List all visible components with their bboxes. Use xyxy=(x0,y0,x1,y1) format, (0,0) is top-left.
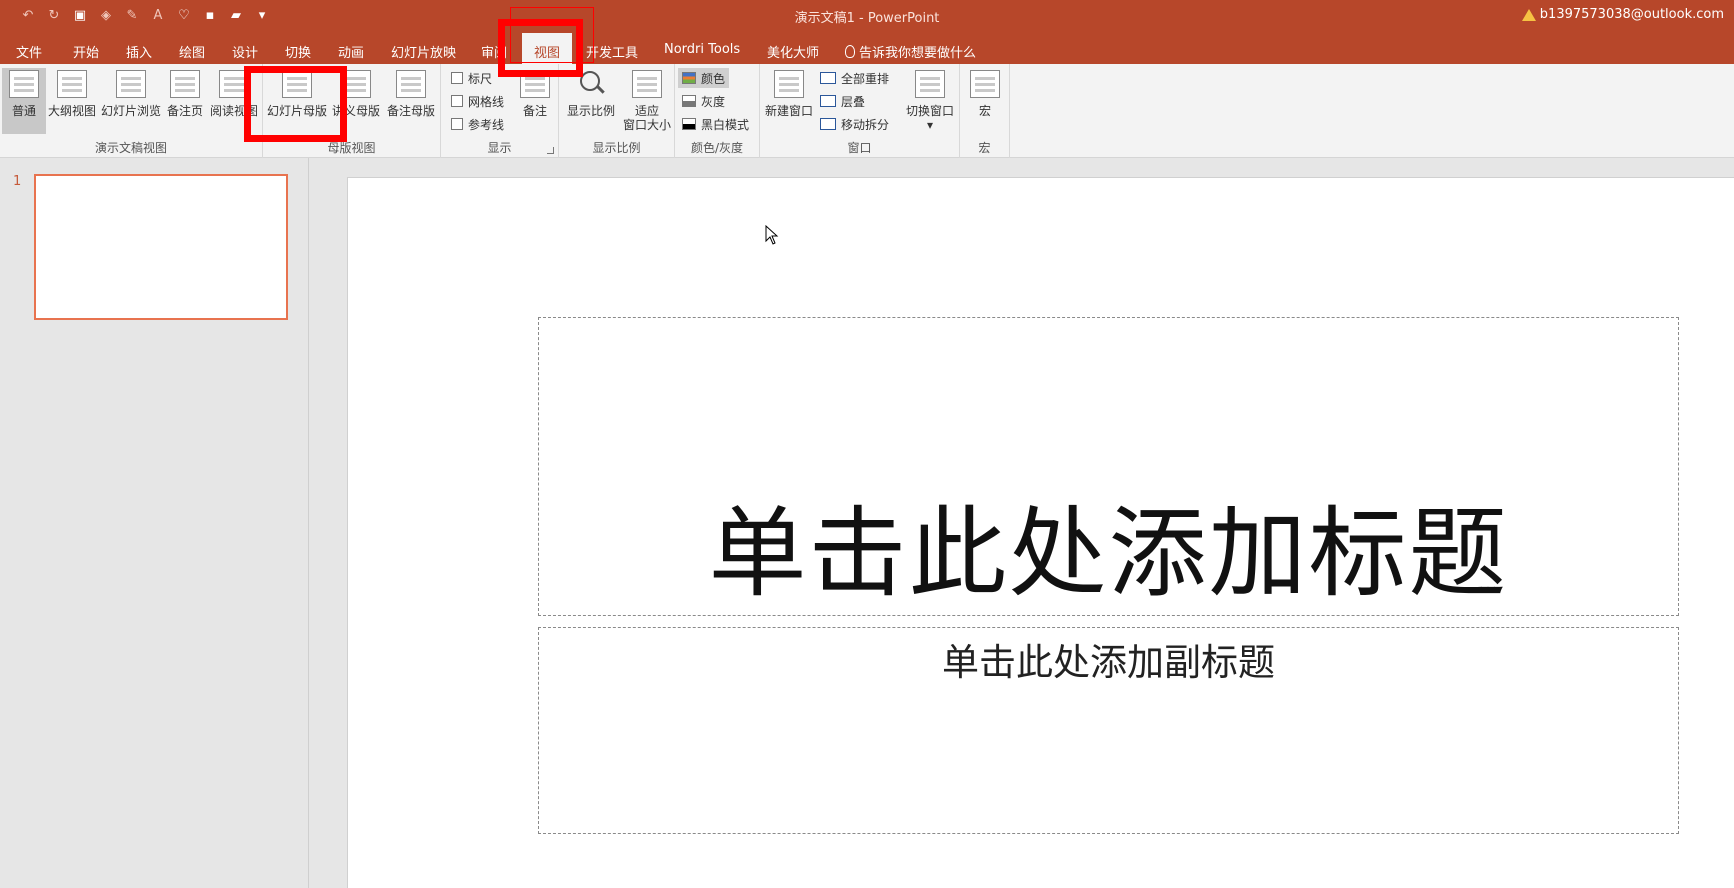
tab-developer[interactable]: 开发工具 xyxy=(586,38,638,64)
ribbon-tabs: 文件 开始 插入 绘图 设计 切换 动画 幻灯片放映 审阅 视图 开发工具 No… xyxy=(0,30,1734,64)
tab-design[interactable]: 设计 xyxy=(232,38,258,64)
group-label: 母版视图 xyxy=(327,141,376,155)
slide-master-icon xyxy=(282,70,312,98)
tell-me-box[interactable]: 告诉我你想要做什么 xyxy=(845,38,976,64)
switch-windows-button[interactable]: 切换窗口 ▾ xyxy=(902,68,958,134)
color-button[interactable]: 颜色 xyxy=(678,68,730,88)
title-placeholder[interactable]: 单击此处添加标题 xyxy=(538,317,1679,616)
dialog-launcher-icon[interactable] xyxy=(547,147,554,154)
tab-home[interactable]: 开始 xyxy=(73,38,99,64)
checkbox-icon xyxy=(451,72,463,84)
group-master-views: 幻灯片母版 讲义母版 备注母版 母版视图 xyxy=(263,64,441,158)
checkbox-icon xyxy=(451,118,463,130)
tab-view[interactable]: 视图 xyxy=(522,33,573,64)
gridlines-checkbox[interactable]: 网格线 xyxy=(451,91,504,111)
group-macros: 宏 宏 xyxy=(960,64,1010,158)
cascade-button[interactable]: 层叠 xyxy=(820,91,865,111)
group-label: 显示比例 xyxy=(592,141,641,155)
fit-window-icon xyxy=(632,70,662,98)
warning-icon xyxy=(1521,8,1536,21)
dropdown-arrow-icon: ▾ xyxy=(926,118,934,132)
tab-review[interactable]: 审阅 xyxy=(481,38,507,64)
subtitle-placeholder-text: 单击此处添加副标题 xyxy=(942,641,1275,684)
slide-master-button[interactable]: 幻灯片母版 xyxy=(267,68,327,134)
tab-slideshow[interactable]: 幻灯片放映 xyxy=(391,38,456,64)
document-title: 演示文稿1 - PowerPoint xyxy=(794,11,940,26)
tab-transitions[interactable]: 切换 xyxy=(285,38,311,64)
checkbox-icon xyxy=(451,95,463,107)
new-window-icon xyxy=(774,70,804,98)
slide-number: 1 xyxy=(13,174,22,189)
subtitle-placeholder[interactable]: 单击此处添加副标题 xyxy=(538,627,1679,834)
group-label: 宏 xyxy=(978,141,991,155)
notes-page-button[interactable]: 备注页 xyxy=(163,68,207,134)
cascade-icon xyxy=(820,95,836,107)
arrange-all-button[interactable]: 全部重排 xyxy=(820,68,889,88)
tab-animations[interactable]: 动画 xyxy=(338,38,364,64)
notes-icon xyxy=(520,70,550,98)
new-window-button[interactable]: 新建窗口 xyxy=(762,68,816,134)
reading-view-button[interactable]: 阅读视图 xyxy=(208,68,260,134)
group-label: 显示 xyxy=(487,141,512,155)
tab-insert[interactable]: 插入 xyxy=(126,38,152,64)
group-label: 演示文稿视图 xyxy=(94,141,167,155)
ruler-checkbox[interactable]: 标尺 xyxy=(451,68,492,88)
group-label: 颜色/灰度 xyxy=(690,141,744,155)
lightbulb-icon xyxy=(845,44,855,58)
bw-swatch-icon xyxy=(682,118,696,130)
slide-thumbnail-pane: 1 xyxy=(0,158,309,888)
macros-button[interactable]: 宏 xyxy=(962,68,1008,134)
notes-master-button[interactable]: 备注母版 xyxy=(384,68,438,134)
switch-windows-icon xyxy=(915,70,945,98)
reading-view-icon xyxy=(219,70,249,98)
arrange-all-icon xyxy=(820,72,836,84)
slide-sorter-button[interactable]: 幻灯片浏览 xyxy=(100,68,162,134)
handout-master-icon xyxy=(341,70,371,98)
tab-draw[interactable]: 绘图 xyxy=(179,38,205,64)
notes-page-icon xyxy=(170,70,200,98)
group-show: 标尺 网格线 参考线 备注 显示 xyxy=(441,64,559,158)
account-email: b1397573038@outlook.com xyxy=(1539,7,1724,22)
normal-view-button[interactable]: 普通 xyxy=(2,68,46,134)
tab-file[interactable]: 文件 xyxy=(16,38,42,64)
tab-nordri-tools[interactable]: Nordri Tools xyxy=(664,38,740,64)
notes-master-icon xyxy=(396,70,426,98)
guides-checkbox[interactable]: 参考线 xyxy=(451,114,504,134)
group-window: 新建窗口 全部重排 层叠 移动拆分 切换窗口 ▾ 窗口 xyxy=(760,64,960,158)
ribbon: 普通 大纲视图 幻灯片浏览 备注页 阅读视图 演示文稿视图 幻灯片母版 讲义母版 xyxy=(0,64,1734,158)
title-bar: ↶ ↻ ▣ ◈ ✎ A ♡ ▪ ▰ ▾ 演示文稿1 - PowerPoint b… xyxy=(0,0,1734,30)
tell-me-text: 告诉我你想要做什么 xyxy=(859,45,977,61)
group-zoom: 显示比例 适应 窗口大小 显示比例 xyxy=(559,64,675,158)
account-info[interactable]: b1397573038@outlook.com xyxy=(1521,7,1724,22)
black-white-button[interactable]: 黑白模式 xyxy=(682,114,749,134)
move-split-button[interactable]: 移动拆分 xyxy=(820,114,889,134)
magnifier-icon xyxy=(576,70,606,98)
handout-master-button[interactable]: 讲义母版 xyxy=(329,68,383,134)
grayscale-swatch-icon xyxy=(682,95,696,107)
group-label: 窗口 xyxy=(847,141,872,155)
fit-to-window-button[interactable]: 适应 窗口大小 xyxy=(621,68,673,134)
slide-sorter-icon xyxy=(116,70,146,98)
group-presentation-views: 普通 大纲视图 幻灯片浏览 备注页 阅读视图 演示文稿视图 xyxy=(0,64,263,158)
tab-meihua[interactable]: 美化大师 xyxy=(767,38,819,64)
grayscale-button[interactable]: 灰度 xyxy=(682,91,725,111)
slide-thumbnail[interactable] xyxy=(34,174,288,320)
title-placeholder-text: 单击此处添加标题 xyxy=(708,497,1509,612)
color-swatch-icon xyxy=(682,72,696,84)
move-split-icon xyxy=(820,118,836,130)
macro-icon xyxy=(970,70,1000,98)
notes-button[interactable]: 备注 xyxy=(515,68,555,134)
outline-view-icon xyxy=(57,70,87,98)
group-color-grayscale: 颜色 灰度 黑白模式 颜色/灰度 xyxy=(675,64,760,158)
outline-view-button[interactable]: 大纲视图 xyxy=(46,68,98,134)
normal-view-icon xyxy=(9,70,39,98)
zoom-button[interactable]: 显示比例 xyxy=(563,68,619,134)
